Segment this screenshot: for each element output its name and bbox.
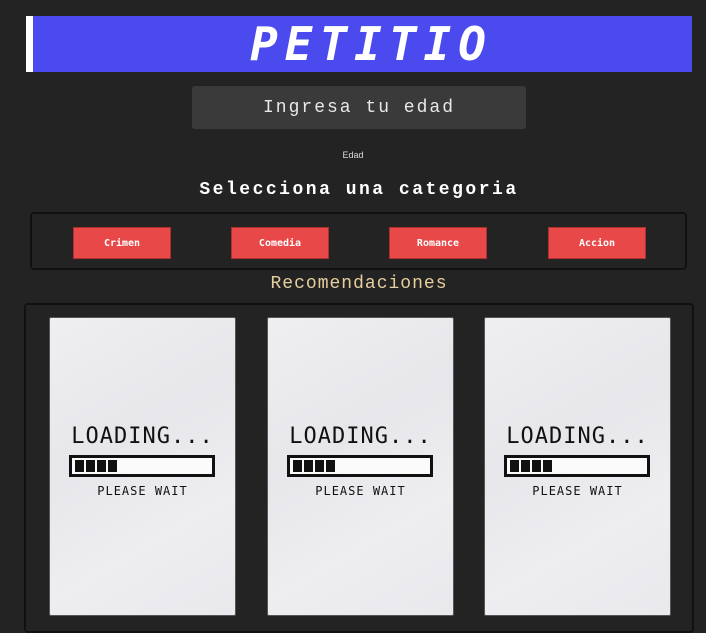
loading-text: LOADING... xyxy=(506,424,649,449)
progress-segment xyxy=(532,460,541,472)
progress-segment xyxy=(75,460,84,472)
progress-segment xyxy=(293,460,302,472)
progress-segment xyxy=(97,460,106,472)
progress-segment xyxy=(86,460,95,472)
progress-segment xyxy=(315,460,324,472)
loading-progress-bar xyxy=(287,455,433,477)
loading-progress-bar xyxy=(69,455,215,477)
please-wait-text: PLEASE WAIT xyxy=(97,484,188,498)
category-button-accion[interactable]: Accion xyxy=(548,227,646,259)
progress-segment xyxy=(108,460,117,472)
progress-segment xyxy=(326,460,335,472)
progress-segment xyxy=(510,460,519,472)
please-wait-text: PLEASE WAIT xyxy=(315,484,406,498)
recommendation-card[interactable]: LOADING... PLEASE WAIT xyxy=(49,317,236,616)
category-button-crimen[interactable]: Crimen xyxy=(73,227,171,259)
please-wait-text: PLEASE WAIT xyxy=(532,484,623,498)
loading-text: LOADING... xyxy=(71,424,214,449)
category-panel: Crimen Comedia Romance Accion xyxy=(30,212,687,270)
recommendation-card[interactable]: LOADING... PLEASE WAIT xyxy=(484,317,671,616)
loading-progress-bar xyxy=(504,455,650,477)
category-button-romance[interactable]: Romance xyxy=(389,227,487,259)
loading-text: LOADING... xyxy=(289,424,432,449)
age-input[interactable] xyxy=(192,86,526,129)
age-label: Edad xyxy=(342,150,364,160)
recommendations-panel: LOADING... PLEASE WAIT LOADING... PLEASE… xyxy=(24,303,694,633)
app-header: PETITIO xyxy=(26,16,692,72)
progress-segment xyxy=(521,460,530,472)
progress-segment xyxy=(543,460,552,472)
app-title: PETITIO xyxy=(250,17,493,71)
category-button-comedia[interactable]: Comedia xyxy=(231,227,329,259)
recommendation-card[interactable]: LOADING... PLEASE WAIT xyxy=(267,317,454,616)
progress-segment xyxy=(304,460,313,472)
category-section-title: Selecciona una categoria xyxy=(199,180,519,200)
recommendations-title: Recomendaciones xyxy=(270,274,448,294)
